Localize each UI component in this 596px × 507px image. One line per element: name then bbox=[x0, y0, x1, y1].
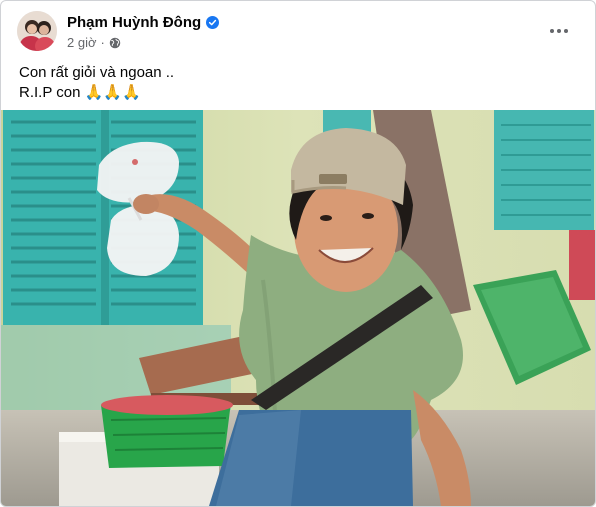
post-text: Con rất giỏi và ngoan .. R.I.P con 🙏🙏🙏 bbox=[19, 63, 174, 103]
post-header: Phạm Huỳnh Đông 2 giờ · bbox=[17, 11, 581, 55]
post-text-line-1: Con rất giỏi và ngoan .. bbox=[19, 64, 175, 81]
post-timestamp[interactable]: 2 giờ bbox=[67, 35, 97, 50]
post-meta: 2 giờ · bbox=[67, 35, 121, 50]
author-name[interactable]: Phạm Huỳnh Đông bbox=[67, 14, 201, 31]
author-row: Phạm Huỳnh Đông bbox=[67, 14, 220, 31]
verified-badge-icon bbox=[206, 16, 220, 29]
author-avatar[interactable] bbox=[17, 11, 57, 51]
globe-icon[interactable] bbox=[109, 37, 121, 49]
more-options-icon[interactable] bbox=[543, 15, 575, 47]
meta-separator: · bbox=[100, 35, 105, 50]
facebook-post: Phạm Huỳnh Đông 2 giờ · Con rất giỏi và … bbox=[0, 0, 596, 507]
post-photo[interactable] bbox=[1, 110, 595, 506]
post-text-line-2: R.I.P con 🙏🙏🙏 bbox=[19, 84, 141, 101]
